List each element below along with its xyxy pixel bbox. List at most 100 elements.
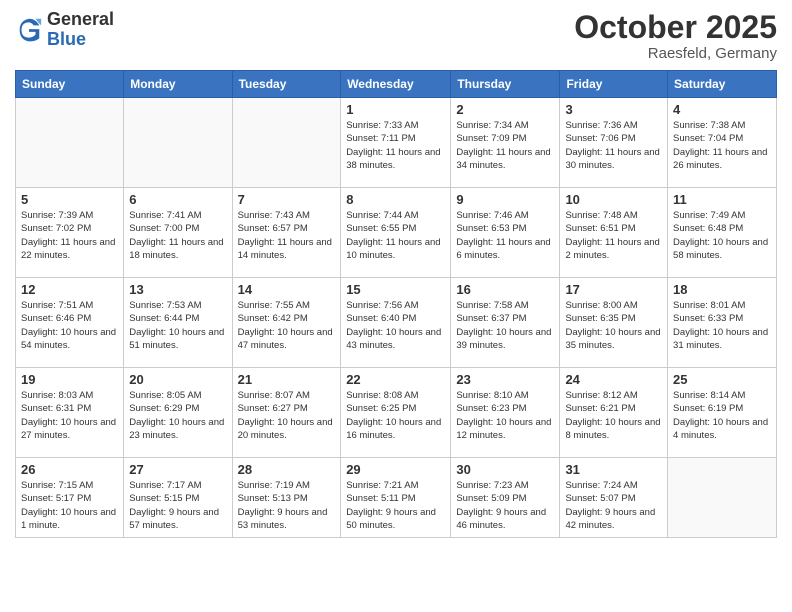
weekday-header-tuesday: Tuesday: [232, 71, 341, 98]
day-info: Sunrise: 8:05 AM Sunset: 6:29 PM Dayligh…: [129, 389, 226, 442]
calendar-cell: 26 Sunrise: 7:15 AM Sunset: 5:17 PM Dayli…: [16, 458, 124, 538]
day-info: Sunrise: 8:10 AM Sunset: 6:23 PM Dayligh…: [456, 389, 554, 442]
calendar-cell: 10 Sunrise: 7:48 AM Sunset: 6:51 PM Dayli…: [560, 188, 668, 278]
day-number: 21: [238, 372, 336, 387]
day-number: 26: [21, 462, 118, 477]
day-info: Sunrise: 7:48 AM Sunset: 6:51 PM Dayligh…: [565, 209, 662, 262]
title-block: October 2025 Raesfeld, Germany: [574, 10, 777, 62]
day-number: 7: [238, 192, 336, 207]
day-number: 19: [21, 372, 118, 387]
day-info: Sunrise: 8:01 AM Sunset: 6:33 PM Dayligh…: [673, 299, 771, 352]
day-number: 30: [456, 462, 554, 477]
calendar-cell: 14Sunrise: 7:55 AM Sunset: 6:42 PM Dayli…: [232, 278, 341, 368]
calendar-cell: 8Sunrise: 7:44 AM Sunset: 6:55 PM Daylig…: [341, 188, 451, 278]
day-info: Sunrise: 8:08 AM Sunset: 6:25 PM Dayligh…: [346, 389, 445, 442]
calendar-cell: 2 Sunrise: 7:34 AM Sunset: 7:09 PM Daylig…: [451, 98, 560, 188]
day-info: Sunrise: 8:07 AM Sunset: 6:27 PM Dayligh…: [238, 389, 336, 442]
day-number: 25: [673, 372, 771, 387]
day-number: 1: [346, 102, 445, 117]
day-info: Sunrise: 7:55 AM Sunset: 6:42 PM Dayligh…: [238, 299, 336, 352]
calendar-cell: 18 Sunrise: 8:01 AM Sunset: 6:33 PM Dayli…: [668, 278, 777, 368]
day-info: Sunrise: 7:19 AM Sunset: 5:13 PM Dayligh…: [238, 479, 336, 532]
day-info: Sunrise: 8:12 AM Sunset: 6:21 PM Dayligh…: [565, 389, 662, 442]
weekday-header-thursday: Thursday: [451, 71, 560, 98]
day-number: 18: [673, 282, 771, 297]
calendar-cell: 29 Sunrise: 7:21 AM Sunset: 5:11 PM Dayli…: [341, 458, 451, 538]
week-row-3: 12 Sunrise: 7:51 AM Sunset: 6:46 PM Dayli…: [16, 278, 777, 368]
week-row-1: 1 Sunrise: 7:33 AM Sunset: 7:11 PM Daylig…: [16, 98, 777, 188]
location: Raesfeld, Germany: [574, 45, 777, 62]
calendar-cell: 9 Sunrise: 7:46 AM Sunset: 6:53 PM Daylig…: [451, 188, 560, 278]
day-number: 17: [565, 282, 662, 297]
weekday-header-wednesday: Wednesday: [341, 71, 451, 98]
day-number: 5: [21, 192, 118, 207]
day-info: Sunrise: 7:41 AM Sunset: 7:00 PM Dayligh…: [129, 209, 226, 262]
logo-blue-text: Blue: [47, 29, 86, 49]
calendar-cell: 25 Sunrise: 8:14 AM Sunset: 6:19 PM Dayli…: [668, 368, 777, 458]
day-info: Sunrise: 7:39 AM Sunset: 7:02 PM Dayligh…: [21, 209, 118, 262]
day-number: 2: [456, 102, 554, 117]
week-row-2: 5 Sunrise: 7:39 AM Sunset: 7:02 PM Daylig…: [16, 188, 777, 278]
calendar-table: SundayMondayTuesdayWednesdayThursdayFrid…: [15, 70, 777, 538]
page-container: General Blue October 2025 Raesfeld, Germ…: [0, 0, 792, 553]
header: General Blue October 2025 Raesfeld, Germ…: [15, 10, 777, 62]
calendar-cell: 23Sunrise: 8:10 AM Sunset: 6:23 PM Dayli…: [451, 368, 560, 458]
day-number: 3: [565, 102, 662, 117]
day-info: Sunrise: 7:46 AM Sunset: 6:53 PM Dayligh…: [456, 209, 554, 262]
day-info: Sunrise: 7:33 AM Sunset: 7:11 PM Dayligh…: [346, 119, 445, 172]
day-number: 15: [346, 282, 445, 297]
day-info: Sunrise: 7:21 AM Sunset: 5:11 PM Dayligh…: [346, 479, 445, 532]
logo: General Blue: [15, 10, 114, 50]
calendar-cell: 5 Sunrise: 7:39 AM Sunset: 7:02 PM Daylig…: [16, 188, 124, 278]
calendar-cell: 7 Sunrise: 7:43 AM Sunset: 6:57 PM Daylig…: [232, 188, 341, 278]
calendar-cell: [124, 98, 232, 188]
day-number: 4: [673, 102, 771, 117]
day-info: Sunrise: 7:56 AM Sunset: 6:40 PM Dayligh…: [346, 299, 445, 352]
day-info: Sunrise: 7:43 AM Sunset: 6:57 PM Dayligh…: [238, 209, 336, 262]
day-info: Sunrise: 7:49 AM Sunset: 6:48 PM Dayligh…: [673, 209, 771, 262]
calendar-cell: 30 Sunrise: 7:23 AM Sunset: 5:09 PM Dayli…: [451, 458, 560, 538]
day-number: 31: [565, 462, 662, 477]
day-info: Sunrise: 7:34 AM Sunset: 7:09 PM Dayligh…: [456, 119, 554, 172]
day-info: Sunrise: 7:58 AM Sunset: 6:37 PM Dayligh…: [456, 299, 554, 352]
week-row-4: 19Sunrise: 8:03 AM Sunset: 6:31 PM Dayli…: [16, 368, 777, 458]
weekday-header-friday: Friday: [560, 71, 668, 98]
day-info: Sunrise: 7:23 AM Sunset: 5:09 PM Dayligh…: [456, 479, 554, 532]
day-number: 27: [129, 462, 226, 477]
calendar-cell: 4 Sunrise: 7:38 AM Sunset: 7:04 PM Daylig…: [668, 98, 777, 188]
calendar-cell: 16 Sunrise: 7:58 AM Sunset: 6:37 PM Dayli…: [451, 278, 560, 368]
day-number: 12: [21, 282, 118, 297]
calendar-cell: 19Sunrise: 8:03 AM Sunset: 6:31 PM Dayli…: [16, 368, 124, 458]
day-info: Sunrise: 7:38 AM Sunset: 7:04 PM Dayligh…: [673, 119, 771, 172]
calendar-cell: [668, 458, 777, 538]
weekday-header-sunday: Sunday: [16, 71, 124, 98]
day-info: Sunrise: 7:15 AM Sunset: 5:17 PM Dayligh…: [21, 479, 118, 532]
day-number: 9: [456, 192, 554, 207]
weekday-header-monday: Monday: [124, 71, 232, 98]
day-number: 29: [346, 462, 445, 477]
calendar-cell: 1 Sunrise: 7:33 AM Sunset: 7:11 PM Daylig…: [341, 98, 451, 188]
day-info: Sunrise: 7:17 AM Sunset: 5:15 PM Dayligh…: [129, 479, 226, 532]
calendar-cell: 17 Sunrise: 8:00 AM Sunset: 6:35 PM Dayli…: [560, 278, 668, 368]
day-number: 20: [129, 372, 226, 387]
day-info: Sunrise: 7:53 AM Sunset: 6:44 PM Dayligh…: [129, 299, 226, 352]
calendar-cell: 31Sunrise: 7:24 AM Sunset: 5:07 PM Dayli…: [560, 458, 668, 538]
week-row-5: 26 Sunrise: 7:15 AM Sunset: 5:17 PM Dayli…: [16, 458, 777, 538]
day-number: 16: [456, 282, 554, 297]
logo-icon: [15, 16, 43, 44]
month-title: October 2025: [574, 10, 777, 45]
day-number: 24: [565, 372, 662, 387]
logo-general-text: General: [47, 9, 114, 29]
day-number: 6: [129, 192, 226, 207]
weekday-header-saturday: Saturday: [668, 71, 777, 98]
day-info: Sunrise: 8:00 AM Sunset: 6:35 PM Dayligh…: [565, 299, 662, 352]
day-info: Sunrise: 8:14 AM Sunset: 6:19 PM Dayligh…: [673, 389, 771, 442]
day-number: 22: [346, 372, 445, 387]
calendar-cell: 11 Sunrise: 7:49 AM Sunset: 6:48 PM Dayli…: [668, 188, 777, 278]
day-info: Sunrise: 7:44 AM Sunset: 6:55 PM Dayligh…: [346, 209, 445, 262]
day-number: 10: [565, 192, 662, 207]
calendar-cell: [16, 98, 124, 188]
day-info: Sunrise: 7:51 AM Sunset: 6:46 PM Dayligh…: [21, 299, 118, 352]
day-number: 11: [673, 192, 771, 207]
calendar-cell: 13Sunrise: 7:53 AM Sunset: 6:44 PM Dayli…: [124, 278, 232, 368]
